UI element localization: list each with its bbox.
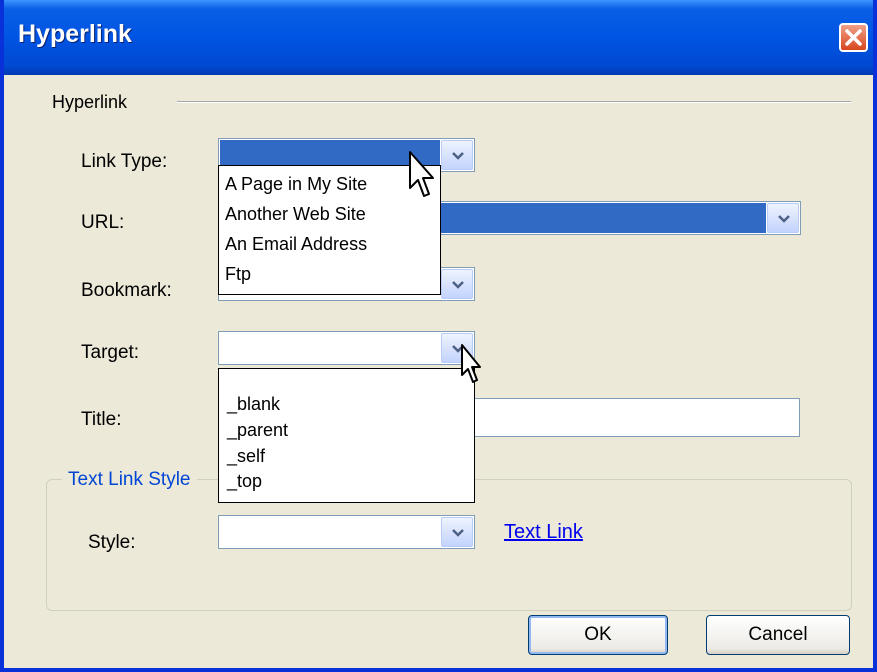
url-dropdown-button[interactable] [767, 203, 799, 233]
chevron-down-icon [452, 152, 464, 160]
style-select[interactable] [218, 515, 475, 549]
cancel-button[interactable]: Cancel [706, 615, 850, 655]
section-divider [177, 101, 851, 103]
close-icon [845, 29, 862, 46]
window-title: Hyperlink [18, 20, 132, 48]
link-type-label: Link Type: [81, 151, 168, 172]
section-label: Hyperlink [52, 92, 128, 112]
target-option[interactable]: _self [227, 446, 265, 467]
bookmark-dropdown-button[interactable] [441, 269, 473, 299]
title-bar[interactable]: Hyperlink [4, 0, 873, 75]
target-option[interactable]: _blank [227, 394, 280, 415]
ok-button[interactable]: OK [528, 615, 668, 655]
mouse-pointer-icon [461, 344, 481, 383]
style-dropdown-button[interactable] [441, 517, 473, 547]
chevron-down-icon [452, 529, 464, 537]
style-label: Style: [88, 532, 136, 553]
link-type-option[interactable]: Another Web Site [225, 204, 366, 225]
target-dropdown-list: _blank _parent _self _top [218, 368, 475, 503]
target-label: Target: [81, 342, 140, 363]
chevron-down-icon [452, 281, 464, 289]
url-label: URL: [81, 212, 125, 233]
link-type-option[interactable]: A Page in My Site [225, 174, 367, 195]
mouse-pointer-icon [409, 151, 434, 197]
target-option[interactable]: _top [227, 471, 262, 492]
text-link-preview[interactable]: Text Link [504, 521, 583, 544]
bookmark-label: Bookmark: [81, 280, 172, 301]
chevron-down-icon [778, 215, 790, 223]
link-type-option[interactable]: An Email Address [225, 234, 367, 255]
close-button[interactable] [839, 23, 868, 52]
target-select[interactable] [218, 331, 475, 365]
link-type-option[interactable]: Ftp [225, 264, 251, 285]
target-option[interactable]: _parent [227, 420, 288, 441]
title-label: Title: [81, 409, 122, 430]
link-type-dropdown-button[interactable] [441, 140, 473, 170]
style-value [220, 517, 440, 547]
target-value [220, 333, 440, 363]
text-link-style-legend: Text Link Style [62, 469, 197, 491]
